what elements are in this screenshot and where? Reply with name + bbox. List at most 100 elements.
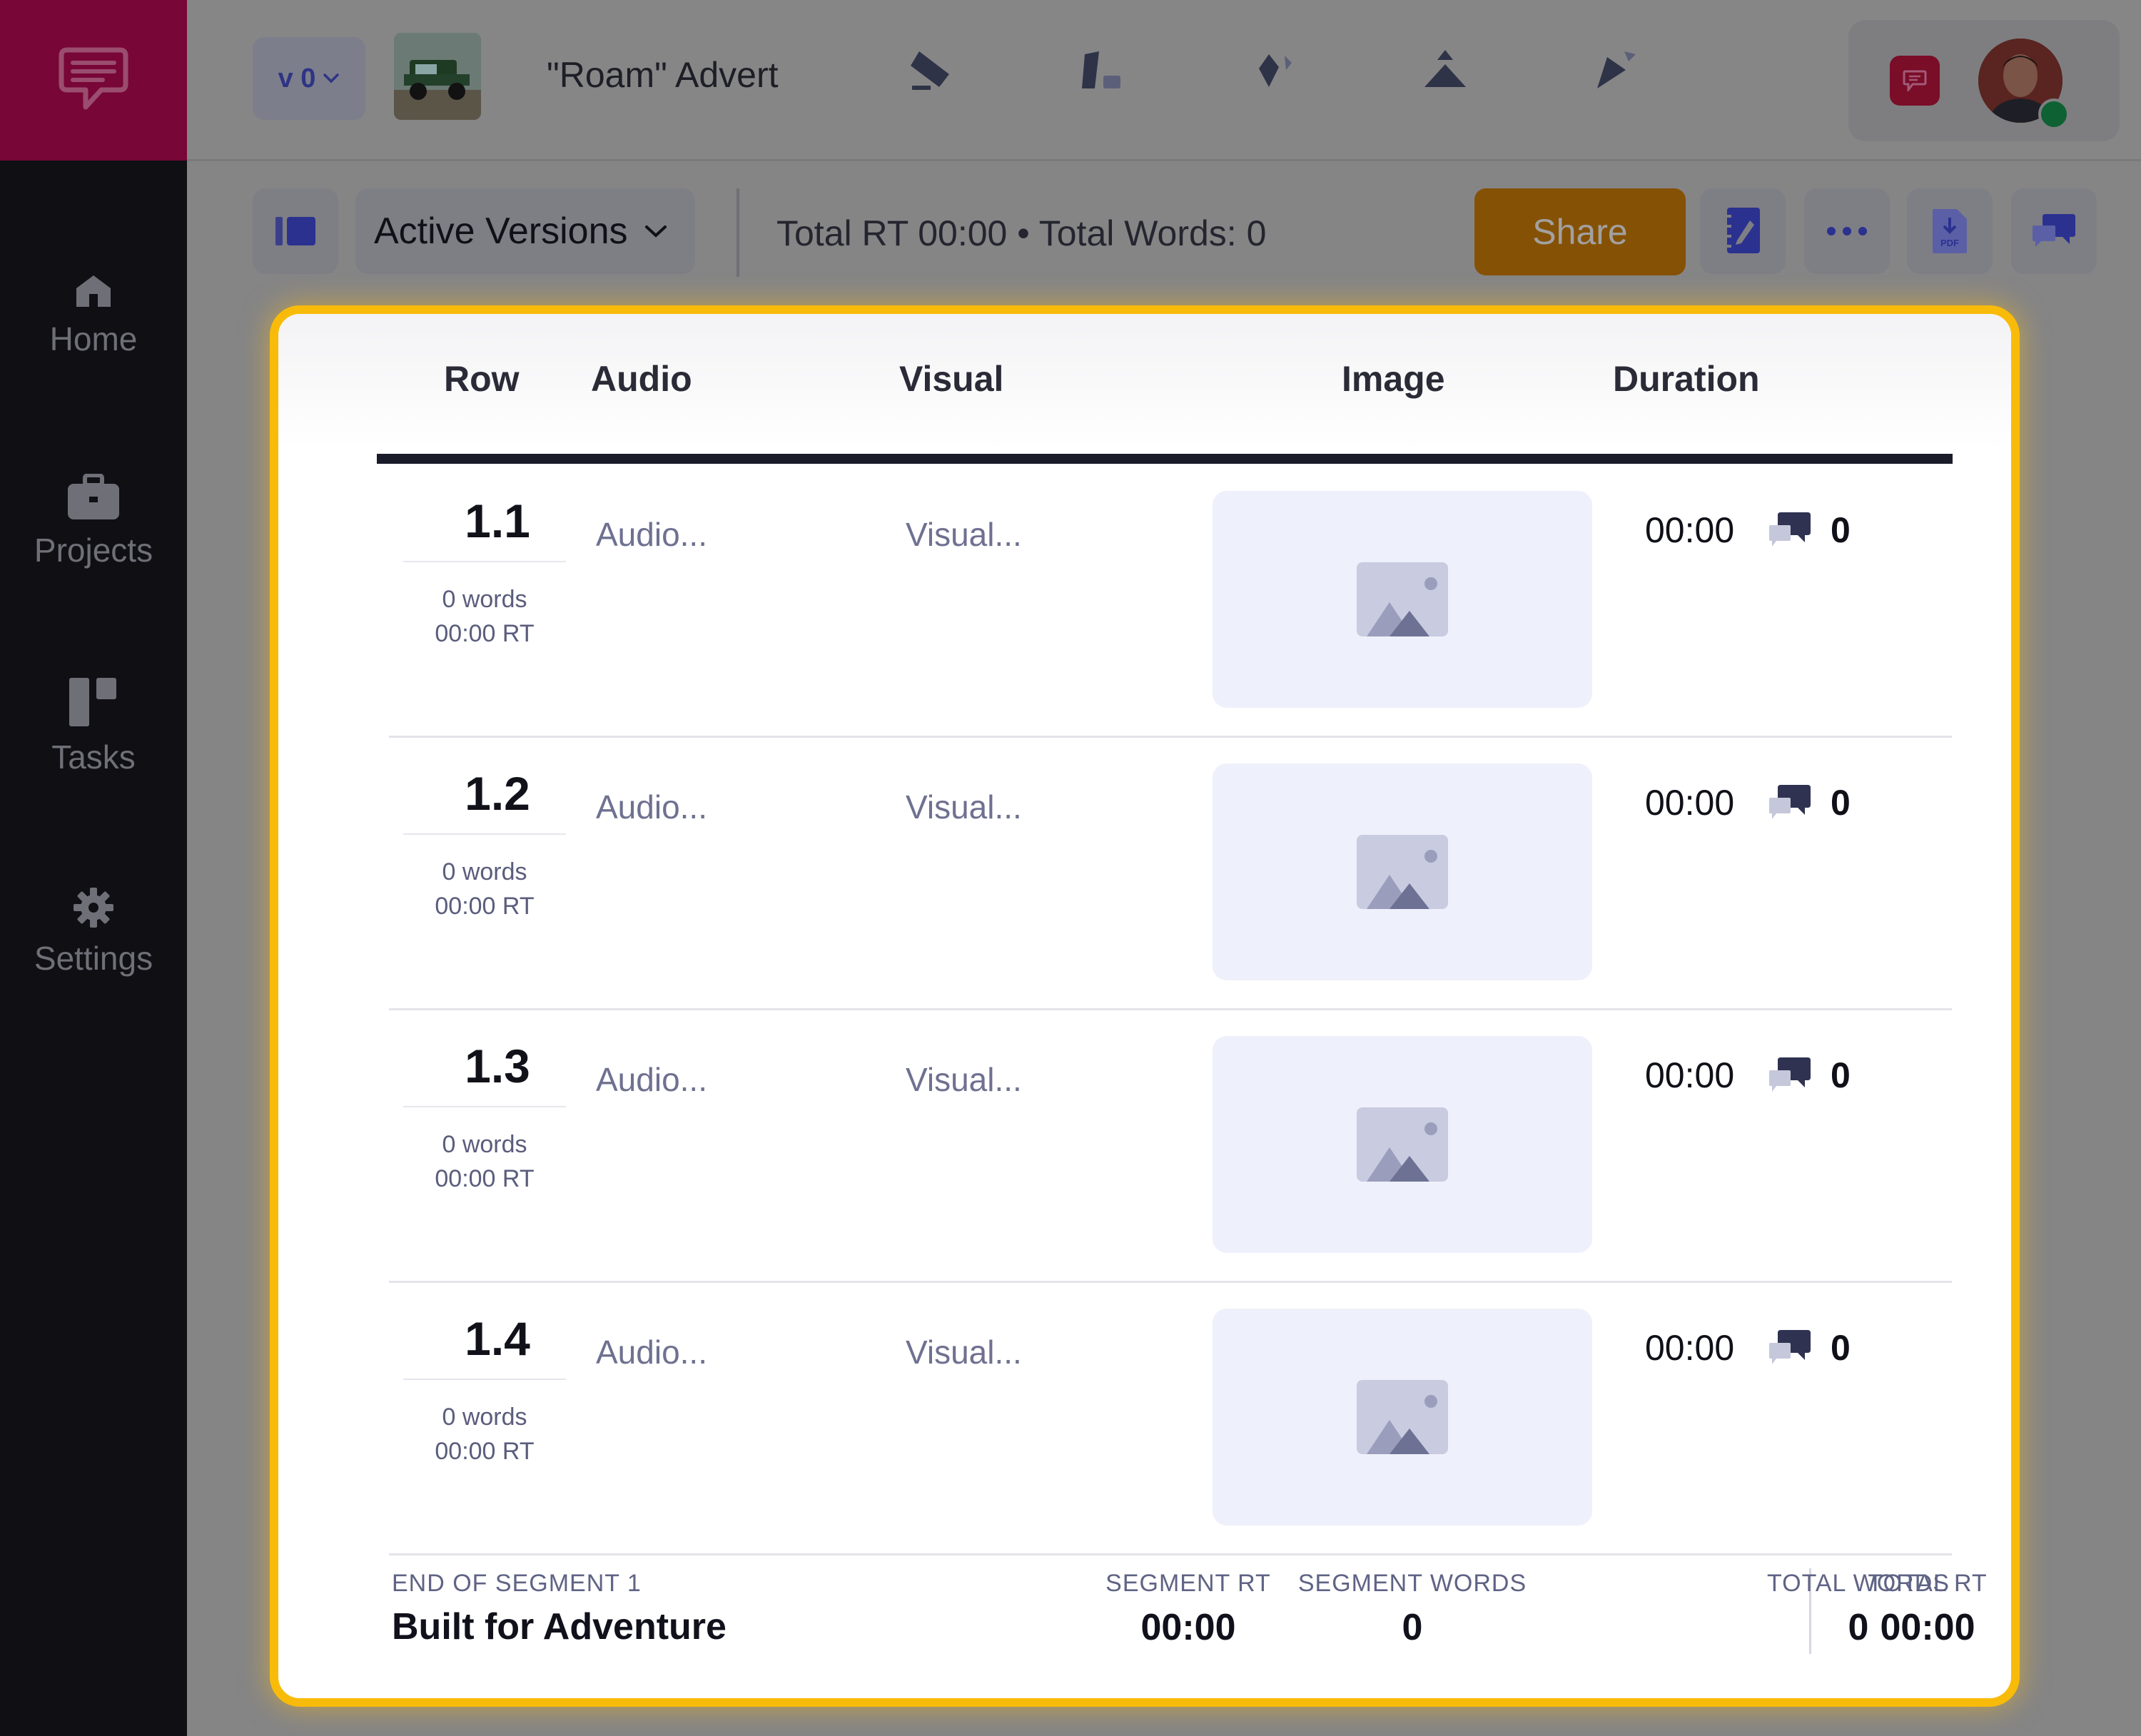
visual-cell[interactable]: Visual... <box>906 1333 1022 1371</box>
row-read-time: 00:00 RT <box>435 893 535 920</box>
active-versions-dropdown[interactable]: Active Versions <box>355 188 695 274</box>
sidebar-item-projects[interactable]: Projects <box>0 474 187 569</box>
column-header-audio: Audio <box>591 359 692 399</box>
audio-cell[interactable]: Audio... <box>596 515 707 554</box>
svg-text:PDF: PDF <box>1940 238 1959 248</box>
sidebar-item-label: Settings <box>34 940 153 977</box>
row-read-time: 00:00 RT <box>435 1165 535 1192</box>
visual-cell[interactable]: Visual... <box>906 788 1022 826</box>
more-options-button[interactable] <box>1804 188 1890 274</box>
comments-icon <box>1769 512 1811 547</box>
pen-tool-icon[interactable] <box>908 46 955 93</box>
chevron-down-icon <box>644 225 667 238</box>
row-word-count: 0 words <box>442 1403 527 1431</box>
script-toolbar: Active Versions Total RT 00:00 • Total W… <box>187 161 2141 297</box>
user-area <box>1848 20 2120 141</box>
share-button[interactable]: Share <box>1474 188 1686 275</box>
segment-name[interactable]: Built for Adventure <box>392 1605 727 1648</box>
stat-label: TOTAL WORDS <box>1767 1570 1950 1597</box>
shapes-tool-icon[interactable] <box>1079 46 1126 93</box>
duration-cell[interactable]: 00:00 <box>1645 1327 1734 1369</box>
visual-cell[interactable]: Visual... <box>906 515 1022 554</box>
column-header-duration: Duration <box>1613 359 1760 399</box>
toggle-sidebar-button[interactable] <box>253 188 338 274</box>
chat-logo-icon <box>59 47 128 110</box>
audio-cell[interactable]: Audio... <box>596 1333 707 1371</box>
row-number: 1.2 <box>465 767 530 820</box>
export-pdf-button[interactable]: PDF <box>1907 188 1993 274</box>
online-status-dot <box>2038 98 2070 130</box>
row-comments[interactable]: 0 <box>1768 1055 1851 1096</box>
column-header-row: Row <box>444 359 520 399</box>
sidebar-item-label: Tasks <box>51 738 136 776</box>
visual-cell[interactable]: Visual... <box>906 1060 1022 1099</box>
stat-value: 00:00 <box>1140 1607 1236 1648</box>
row-word-count: 0 words <box>442 858 527 885</box>
row-number: 1.3 <box>465 1040 530 1092</box>
table-row[interactable]: 1.3 0 words 00:00 RT Audio... Visual... … <box>389 1010 1952 1283</box>
row-comments[interactable]: 0 <box>1768 1327 1851 1369</box>
home-icon <box>76 275 111 307</box>
header-divider <box>377 454 1953 464</box>
column-header-visual: Visual <box>899 359 1004 399</box>
duration-cell[interactable]: 00:00 <box>1645 782 1734 823</box>
row-stats: 0 words 00:00 RT <box>403 1127 566 1196</box>
sidebar-item-home[interactable]: Home <box>0 273 187 358</box>
total-words-stat: TOTAL WORDS 0 <box>1751 1570 1965 1649</box>
comments-icon <box>1769 1057 1811 1092</box>
row-number-divider <box>403 561 566 562</box>
version-selector[interactable]: v 0 <box>253 37 365 120</box>
project-thumbnail[interactable] <box>394 33 481 120</box>
sidebar-item-label: Home <box>49 320 138 357</box>
row-number-divider <box>403 1379 566 1380</box>
stat-label: SEGMENT WORDS <box>1297 1570 1527 1597</box>
duration-cell[interactable]: 00:00 <box>1645 509 1734 551</box>
image-placeholder-icon <box>1357 1107 1448 1182</box>
table-header: Row Audio Visual Image Duration <box>278 314 2011 450</box>
dropdown-label: Active Versions <box>374 210 628 252</box>
app-logo[interactable] <box>0 0 187 161</box>
comments-icon <box>1769 1330 1811 1364</box>
comments-panel-button[interactable] <box>2011 188 2097 274</box>
row-stats: 0 words 00:00 RT <box>403 1400 566 1468</box>
image-placeholder-icon <box>1357 835 1448 909</box>
audio-cell[interactable]: Audio... <box>596 788 707 826</box>
row-read-time: 00:00 RT <box>435 620 535 647</box>
image-upload-slot[interactable] <box>1213 1309 1592 1526</box>
truck-image <box>394 33 481 120</box>
row-number-divider <box>403 833 566 835</box>
gear-icon <box>74 888 113 928</box>
script-totals: Total RT 00:00 • Total Words: 0 <box>776 213 1267 253</box>
stat-label: SEGMENT RT <box>1105 1570 1271 1597</box>
script-table-card: Row Audio Visual Image Duration 1.1 0 wo… <box>270 305 2020 1707</box>
send-tool-icon[interactable] <box>1593 46 1640 93</box>
image-upload-slot[interactable] <box>1213 763 1592 980</box>
image-placeholder-icon <box>1357 562 1448 636</box>
comment-count: 0 <box>1831 1328 1851 1368</box>
audio-cell[interactable]: Audio... <box>596 1060 707 1099</box>
image-upload-slot[interactable] <box>1213 1036 1592 1253</box>
notes-button[interactable] <box>1700 188 1786 274</box>
sidebar-item-settings[interactable]: Settings <box>0 886 187 978</box>
comments-toggle[interactable] <box>1890 56 1940 106</box>
drops-tool-icon[interactable] <box>1250 46 1297 93</box>
project-title[interactable]: "Roam" Advert <box>547 54 779 96</box>
toolbar-divider <box>737 188 739 277</box>
table-row[interactable]: 1.1 0 words 00:00 RT Audio... Visual... … <box>389 465 1952 738</box>
board-icon <box>69 678 116 726</box>
duration-cell[interactable]: 00:00 <box>1645 1055 1734 1096</box>
row-number-divider <box>403 1106 566 1107</box>
notebook-edit-icon <box>1723 208 1760 253</box>
mountain-tool-icon[interactable] <box>1422 46 1469 93</box>
comment-count: 0 <box>1831 783 1851 823</box>
table-row[interactable]: 1.2 0 words 00:00 RT Audio... Visual... … <box>389 738 1952 1010</box>
image-upload-slot[interactable] <box>1213 491 1592 708</box>
row-number: 1.1 <box>465 494 530 547</box>
comment-count: 0 <box>1831 510 1851 550</box>
row-comments[interactable]: 0 <box>1768 509 1851 551</box>
sidebar-item-tasks[interactable]: Tasks <box>0 676 187 776</box>
row-comments[interactable]: 0 <box>1768 782 1851 823</box>
table-row[interactable]: 1.4 0 words 00:00 RT Audio... Visual... … <box>389 1283 1952 1555</box>
column-header-image: Image <box>1342 359 1445 399</box>
comment-count: 0 <box>1831 1055 1851 1095</box>
